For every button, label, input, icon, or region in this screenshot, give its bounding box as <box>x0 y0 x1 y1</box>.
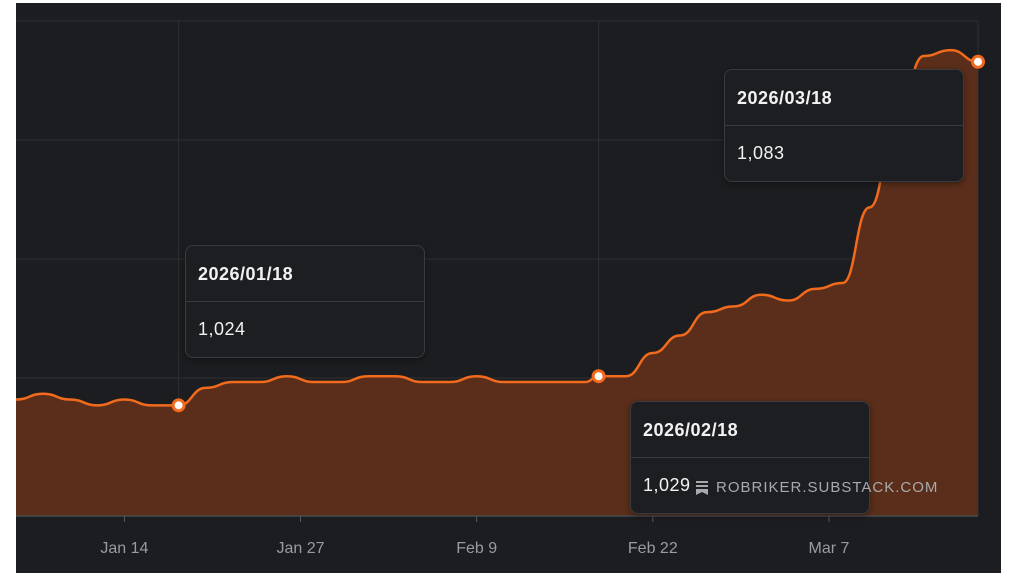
tooltip-value: 1,024 <box>198 319 246 339</box>
tooltip-date: 2026/03/18 <box>725 70 963 126</box>
x-tick-label: Feb 22 <box>628 540 678 557</box>
tooltip-mar-18: 2026/03/18 1,083 <box>724 69 964 182</box>
tooltip-value: 1,083 <box>737 143 785 163</box>
x-tick-label: Jan 27 <box>277 540 325 557</box>
chart-frame: Jan 14 Jan 27 Feb 9 Feb 22 Mar 7 2026/01/18 … <box>16 3 1001 573</box>
tooltip-jan-18: 2026/01/18 1,024 <box>185 245 425 358</box>
watermark-text: ROBRIKER.SUBSTACK.COM <box>716 479 939 496</box>
watermark: ROBRIKER.SUBSTACK.COM <box>696 479 938 496</box>
highlight-point[interactable] <box>971 54 985 69</box>
substack-icon <box>696 480 708 495</box>
tooltip-feb-18: 2026/02/18 1,029 <box>630 401 870 514</box>
x-tick-label: Feb 9 <box>456 540 497 557</box>
tooltip-date: 2026/02/18 <box>631 402 869 458</box>
x-tick-label: Mar 7 <box>809 540 850 557</box>
tooltip-date: 2026/01/18 <box>186 246 424 302</box>
highlight-point[interactable] <box>171 398 186 413</box>
x-tick-label: Jan 14 <box>100 540 148 557</box>
highlight-point[interactable] <box>591 369 606 384</box>
